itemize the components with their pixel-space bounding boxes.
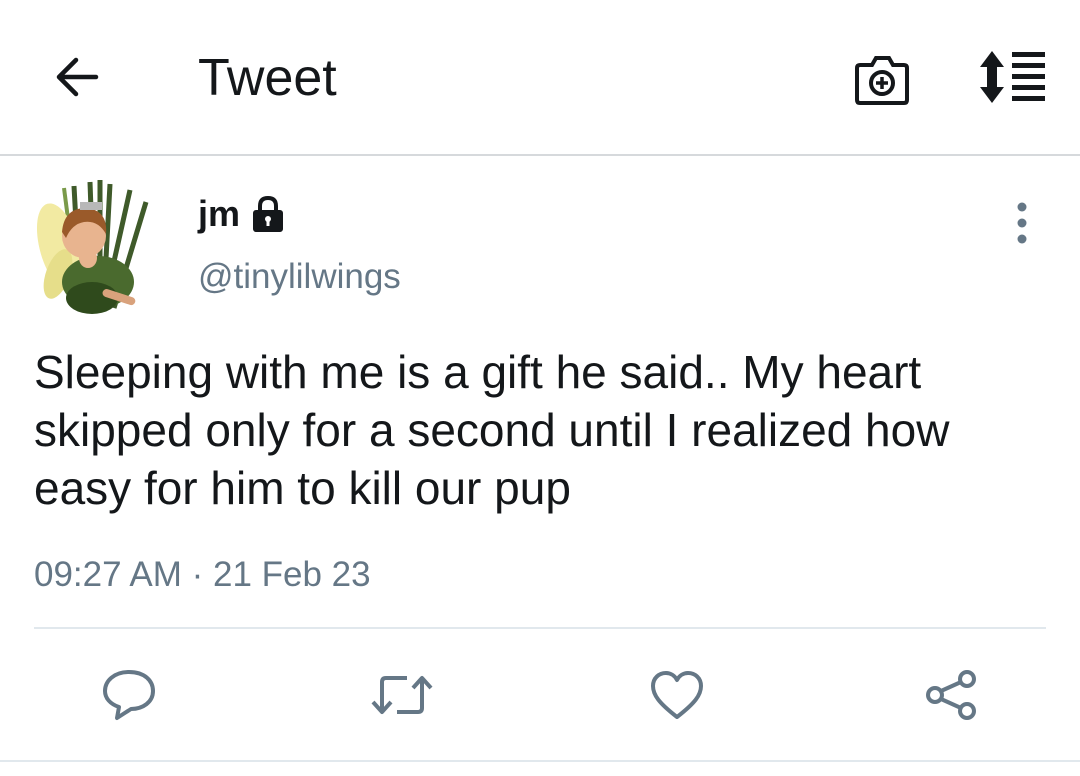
lock-icon: [253, 195, 284, 232]
retweet-icon: [371, 676, 433, 714]
retweet-button[interactable]: [367, 660, 437, 730]
user-handle[interactable]: @tinylilwings: [198, 256, 401, 298]
display-name-text: jm: [198, 193, 241, 234]
vertical-dots-icon: [1017, 202, 1027, 244]
tweet-text: Sleeping with me is a gift he said.. My …: [34, 346, 950, 514]
arrow-left-icon: [56, 57, 99, 97]
header-divider: [0, 154, 1080, 156]
share-icon: [926, 670, 976, 720]
page-title: Tweet: [198, 49, 337, 107]
tweet-timestamp: 09:27 AM · 21 Feb 23: [34, 555, 371, 594]
reply-button[interactable]: [94, 660, 164, 730]
top-app-bar: Tweet: [0, 0, 1080, 156]
camera-plus-icon: [855, 56, 909, 105]
sort-button[interactable]: [974, 44, 1052, 110]
tweet-divider: [34, 627, 1046, 629]
share-button[interactable]: [916, 660, 986, 730]
display-name[interactable]: jm: [198, 192, 288, 236]
heart-icon: [651, 671, 703, 719]
reply-bubble-icon: [103, 670, 155, 720]
like-button[interactable]: [642, 660, 712, 730]
camera-button[interactable]: [848, 44, 916, 110]
avatar[interactable]: [34, 176, 160, 320]
tweet-actions-bar: [0, 660, 1080, 730]
more-options-button[interactable]: [1000, 198, 1044, 248]
sort-list-icon: [980, 51, 1045, 103]
bottom-divider: [0, 760, 1080, 762]
back-button[interactable]: [44, 44, 110, 110]
